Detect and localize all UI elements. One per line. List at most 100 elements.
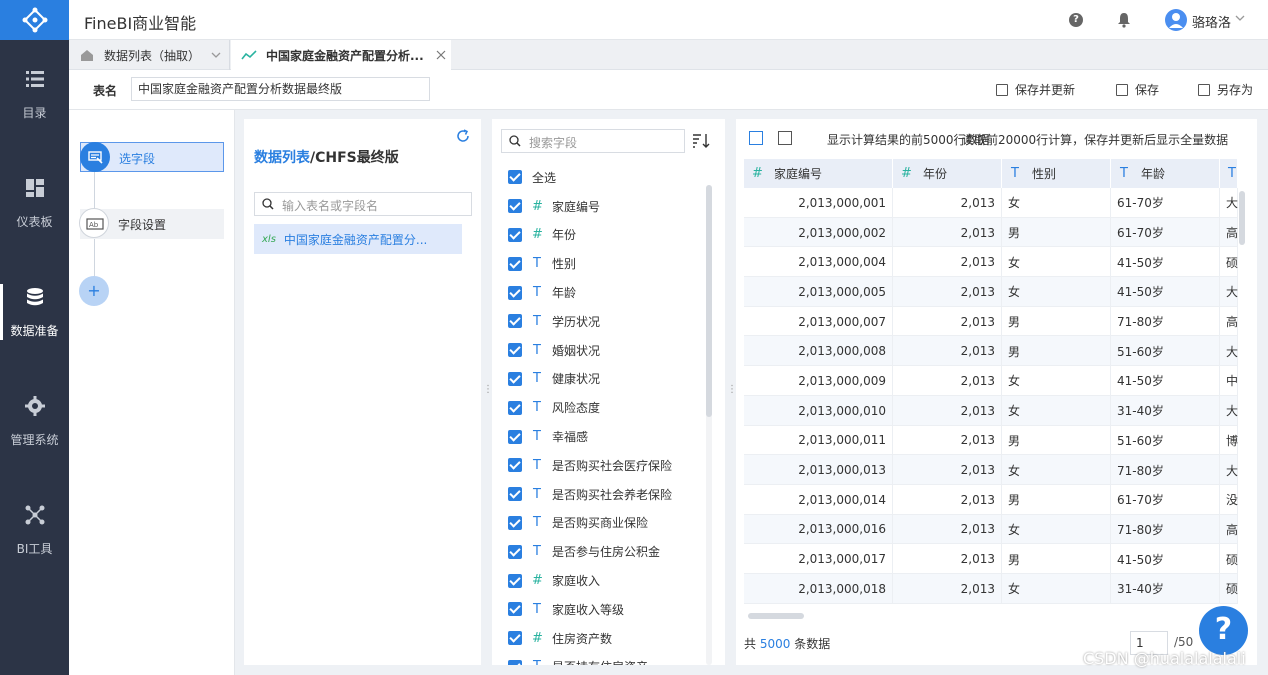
field-row[interactable]: # 家庭编号 (508, 192, 698, 221)
list-icon (25, 70, 44, 87)
tab-analysis[interactable]: 中国家庭金融资产配置分析... (231, 40, 451, 70)
data-list-link[interactable]: 数据列表 (254, 150, 310, 166)
column-header[interactable]: T 性别 (1002, 159, 1111, 188)
field-row[interactable]: # 年份 (508, 221, 698, 250)
table-search-input[interactable]: 输入表名或字段名 (254, 192, 472, 216)
save-as-button[interactable]: 另存为 (1198, 81, 1253, 98)
table-view-icon[interactable] (749, 131, 763, 145)
table-vertical-scrollbar[interactable] (1239, 191, 1245, 245)
field-row[interactable]: T 是否购买社会医疗保险 (508, 451, 698, 480)
table-cell: 2,013 (893, 455, 1002, 485)
text-type-icon: T (533, 544, 541, 560)
chevron-down-icon[interactable] (210, 49, 222, 61)
checkbox[interactable] (508, 487, 522, 502)
database-icon (26, 287, 43, 305)
table-row: 2,013,000,014 2,013 男 61-70岁没 (744, 484, 1238, 515)
table-cell: 2,013 (893, 247, 1002, 278)
save-button[interactable]: 保存 (1116, 81, 1159, 98)
nav-item-catalog[interactable]: 目录 (0, 40, 69, 148)
table-row: 2,013,000,010 2,013 女 31-40岁大 (744, 395, 1238, 426)
checkbox[interactable] (508, 573, 522, 588)
add-step-button[interactable]: + (79, 276, 109, 306)
checkbox[interactable] (508, 170, 522, 185)
help-icon[interactable]: ? (1069, 13, 1083, 27)
nav-item-admin[interactable]: 管理系统 (0, 367, 69, 475)
step-select-fields[interactable]: 选字段 (80, 142, 224, 172)
column-label: 年龄 (1141, 167, 1166, 181)
table-cell: 中 (1220, 366, 1238, 396)
user-name[interactable]: 骆珞洛 (1192, 12, 1231, 31)
checkbox[interactable] (508, 343, 522, 358)
field-row[interactable]: # 家庭收入 (508, 566, 698, 595)
field-label: 年龄 (552, 286, 577, 301)
field-label: 学历状况 (552, 314, 601, 329)
column-header[interactable]: # 家庭编号 (744, 159, 893, 188)
field-row[interactable]: T 学历状况 (508, 307, 698, 336)
step-field-settings[interactable]: Ab 字段设置 (79, 208, 224, 239)
field-row[interactable]: T 是否参与住房公积金 (508, 537, 698, 566)
refresh-icon[interactable] (456, 129, 470, 143)
table-cell: 男 (1002, 484, 1111, 515)
checkbox[interactable] (508, 515, 522, 530)
nav-item-bi-tools[interactable]: BI工具 (0, 476, 69, 584)
checkbox[interactable] (508, 400, 522, 415)
checkbox[interactable] (508, 227, 522, 242)
field-row[interactable]: T 是否购买社会养老保险 (508, 480, 698, 509)
table-cell: 51-60岁 (1111, 336, 1220, 367)
save-update-button[interactable]: 保存并更新 (996, 81, 1075, 98)
field-row[interactable]: T 是否持有住房资产 (508, 653, 698, 665)
number-type-icon: # (901, 166, 912, 181)
checkbox[interactable] (508, 544, 522, 559)
detail-view-icon[interactable] (778, 131, 792, 145)
table-name-input[interactable]: 中国家庭金融资产配置分析数据最终版 (131, 77, 430, 101)
checkbox[interactable] (508, 429, 522, 444)
checkbox[interactable] (508, 659, 522, 665)
preview-note-overlap: 读取前20000行计算，保存并更新后显示全量数据 (962, 133, 1229, 147)
close-icon[interactable] (436, 50, 446, 60)
field-scrollbar[interactable] (706, 185, 712, 417)
field-search-input[interactable]: 搜索字段 (501, 129, 685, 153)
field-label: 幸福感 (552, 430, 589, 445)
field-row[interactable]: T 幸福感 (508, 422, 698, 451)
select-all-row[interactable]: 全选 (508, 163, 698, 192)
checkbox[interactable] (508, 199, 522, 214)
bell-icon[interactable] (1117, 12, 1131, 28)
field-row[interactable]: T 健康状况 (508, 365, 698, 394)
field-row[interactable]: T 年龄 (508, 278, 698, 307)
field-row[interactable]: T 风险态度 (508, 393, 698, 422)
avatar[interactable] (1165, 9, 1187, 31)
panel-splitter-handle[interactable]: ⋮ (483, 384, 493, 398)
field-row[interactable]: # 住房资产数 (508, 624, 698, 653)
checkbox[interactable] (508, 371, 522, 386)
panel-splitter-handle[interactable]: ⋮ (727, 384, 737, 398)
table-cell: 41-50岁 (1111, 277, 1220, 307)
field-row[interactable]: T 婚姻状况 (508, 336, 698, 365)
table-cell: 2,013 (893, 188, 1002, 218)
checkbox[interactable] (508, 256, 522, 271)
folder-name: /CHFS最终版 (310, 150, 399, 166)
text-field-icon: Ab (86, 218, 104, 230)
field-row[interactable]: T 性别 (508, 249, 698, 278)
table-cell: 2,013,000,008 (744, 336, 893, 367)
tab-data-list[interactable]: 数据列表（抽取） (69, 40, 230, 70)
field-row[interactable]: T 是否购买商业保险 (508, 509, 698, 538)
table-horizontal-scrollbar[interactable] (748, 613, 804, 619)
source-table-item[interactable]: xls 中国家庭金融资产配置分... (254, 224, 462, 254)
column-header[interactable]: T 年龄 (1111, 159, 1220, 188)
app-logo[interactable] (0, 0, 69, 40)
nav-item-dashboard[interactable]: 仪表板 (0, 149, 69, 257)
checkbox[interactable] (508, 285, 522, 300)
checkbox[interactable] (508, 602, 522, 617)
column-header[interactable]: # 年份 (893, 159, 1002, 188)
table-row: 2,013,000,018 2,013 女 31-40岁硕 (744, 573, 1238, 604)
checkbox[interactable] (508, 631, 522, 646)
chevron-down-icon[interactable] (1234, 12, 1246, 24)
field-row[interactable]: T 家庭收入等级 (508, 595, 698, 624)
checkbox[interactable] (508, 314, 522, 329)
page-total: /50 (1174, 635, 1194, 649)
checkbox[interactable] (508, 458, 522, 473)
nav-item-data-prep[interactable]: 数据准备 (0, 258, 69, 366)
column-header[interactable]: T (1220, 159, 1238, 188)
help-button[interactable]: ? (1199, 606, 1248, 655)
sort-icon[interactable] (692, 133, 712, 149)
